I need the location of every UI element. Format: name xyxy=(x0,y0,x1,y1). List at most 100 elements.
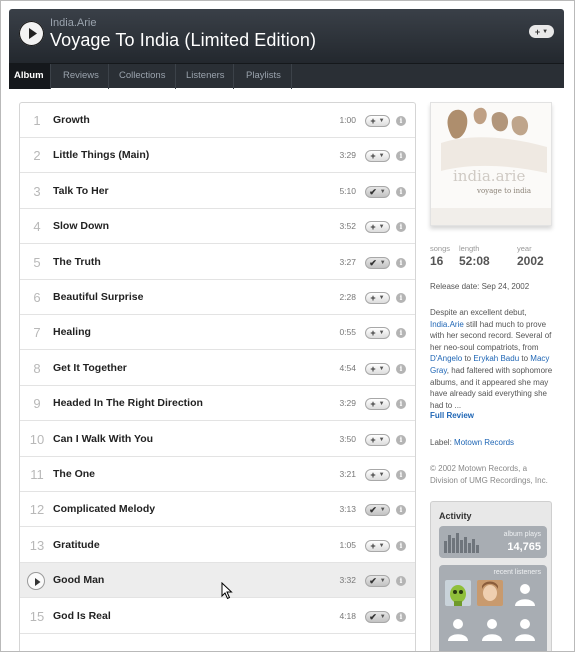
track-title[interactable]: The Truth xyxy=(53,245,101,280)
add-icon: + xyxy=(370,151,376,162)
avatar[interactable] xyxy=(479,615,505,641)
record-label-link[interactable]: Motown Records xyxy=(454,438,514,447)
track-row[interactable]: 6 Beautiful Surprise 2:28 + ▼ i xyxy=(20,280,415,315)
avatar[interactable] xyxy=(477,580,503,606)
track-row[interactable]: 10 Can I Walk With You 3:50 + ▼ i xyxy=(20,422,415,457)
track-row[interactable]: 7 Healing 0:55 + ▼ i xyxy=(20,315,415,351)
track-number: 11 xyxy=(30,467,44,482)
track-row[interactable]: Good Man 3:32 ✔ ▼ i xyxy=(20,563,415,599)
checkmark-icon: ✔ xyxy=(369,505,377,516)
checkmark-icon: ✔ xyxy=(369,186,377,197)
play-album-button[interactable] xyxy=(19,21,44,46)
chevron-down-icon: ▼ xyxy=(378,436,385,443)
activity-panel: Activity album plays 14,765 recent liste… xyxy=(430,501,552,651)
track-row[interactable]: 13 Gratitude 1:05 + ▼ i xyxy=(20,528,415,563)
dangelo-link[interactable]: D'Angelo xyxy=(430,354,462,363)
track-number: 4 xyxy=(33,219,41,235)
info-icon[interactable]: i xyxy=(396,611,406,622)
play-icon xyxy=(35,578,41,587)
tab-collections[interactable]: Collections xyxy=(109,64,176,89)
add-track-button[interactable]: + ▼ xyxy=(365,221,390,234)
tab-album[interactable]: Album xyxy=(9,64,51,89)
info-icon[interactable]: i xyxy=(396,293,406,303)
artist-link[interactable]: India.Arie xyxy=(430,320,464,329)
add-icon: + xyxy=(370,222,376,233)
add-track-button[interactable]: + ▼ xyxy=(365,469,390,481)
track-row[interactable]: 15 God Is Real 4:18 ✔ ▼ i xyxy=(20,599,415,634)
play-track-button[interactable] xyxy=(27,572,45,591)
track-title[interactable]: Headed In The Right Direction xyxy=(53,386,203,421)
add-track-button[interactable]: + ▼ xyxy=(365,327,390,340)
track-title[interactable]: Good Man xyxy=(53,563,104,598)
track-title[interactable]: Complicated Melody xyxy=(53,492,155,527)
add-track-button[interactable]: + ▼ xyxy=(365,292,390,304)
avatar[interactable] xyxy=(445,615,471,641)
info-icon[interactable]: i xyxy=(396,186,406,197)
avatar[interactable] xyxy=(445,580,471,606)
track-row[interactable]: 2 Little Things (Main) 3:29 + ▼ i xyxy=(20,138,415,174)
add-track-button[interactable]: + ▼ xyxy=(365,150,390,163)
track-title[interactable]: Growth xyxy=(53,103,90,138)
year-label: year xyxy=(517,244,532,253)
full-review-link[interactable]: Full Review xyxy=(430,411,474,420)
track-added-button[interactable]: ✔ ▼ xyxy=(365,504,390,517)
info-icon[interactable]: i xyxy=(396,222,406,233)
add-track-button[interactable]: + ▼ xyxy=(365,539,390,552)
track-row[interactable]: 3 Talk To Her 5:10 ✔ ▼ i xyxy=(20,174,415,209)
erykah-badu-link[interactable]: Erykah Badu xyxy=(473,354,519,363)
track-title[interactable]: God Is Real xyxy=(53,599,111,634)
track-title[interactable]: Healing xyxy=(53,315,91,350)
recent-listeners-label: recent listeners xyxy=(493,569,541,576)
copyright-notice: © 2002 Motown Records, a Division of UMG… xyxy=(430,464,548,485)
track-row[interactable]: 4 Slow Down 3:52 + ▼ i xyxy=(20,209,415,245)
add-track-button[interactable]: + ▼ xyxy=(365,398,390,411)
track-row[interactable]: 1 Growth 1:00 + ▼ i xyxy=(20,103,415,138)
avatar[interactable] xyxy=(512,615,538,641)
tab-reviews[interactable]: Reviews xyxy=(51,64,109,89)
track-title[interactable]: Beautiful Surprise xyxy=(53,280,143,315)
checkmark-icon: ✔ xyxy=(369,611,377,622)
add-track-button[interactable]: + ▼ xyxy=(365,362,390,375)
info-icon[interactable]: i xyxy=(396,434,406,445)
track-row[interactable]: 8 Get It Together 4:54 + ▼ i xyxy=(20,351,415,386)
track-title[interactable]: Get It Together xyxy=(53,351,127,386)
info-icon[interactable]: i xyxy=(396,151,406,162)
info-icon[interactable]: i xyxy=(396,399,406,410)
tab-listeners[interactable]: Listeners xyxy=(176,64,234,89)
tab-playlists[interactable]: Playlists xyxy=(234,64,292,89)
info-icon[interactable]: i xyxy=(396,576,406,587)
checkmark-icon: ✔ xyxy=(369,257,377,268)
info-icon[interactable]: i xyxy=(396,328,406,339)
track-title[interactable]: Can I Walk With You xyxy=(53,422,153,457)
track-title[interactable]: Gratitude xyxy=(53,528,100,563)
track-row[interactable]: 5 The Truth 3:27 ✔ ▼ i xyxy=(20,245,415,280)
recent-listeners-box: recent listeners xyxy=(439,565,547,651)
info-icon[interactable]: i xyxy=(396,363,406,374)
add-album-button[interactable]: + ▼ xyxy=(529,25,554,38)
track-row[interactable]: 11 The One 3:21 + ▼ i xyxy=(20,457,415,492)
track-length: 4:54 xyxy=(339,362,356,373)
avatar[interactable] xyxy=(512,580,538,606)
album-cover[interactable]: india.arie voyage to india xyxy=(430,102,552,226)
track-title[interactable]: Slow Down xyxy=(53,209,109,244)
mouse-cursor-icon xyxy=(221,582,233,600)
track-title[interactable]: Talk To Her xyxy=(53,174,109,209)
track-title[interactable]: The One xyxy=(53,457,95,492)
info-icon[interactable]: i xyxy=(396,505,406,516)
track-row[interactable]: 12 Complicated Melody 3:13 ✔ ▼ i xyxy=(20,492,415,528)
add-track-button[interactable]: + ▼ xyxy=(365,115,390,127)
track-added-button[interactable]: ✔ ▼ xyxy=(365,256,390,269)
track-added-button[interactable]: ✔ ▼ xyxy=(365,610,390,623)
info-icon[interactable]: i xyxy=(396,470,406,480)
artist-name[interactable]: India.Arie xyxy=(50,17,96,29)
track-title[interactable]: Little Things (Main) xyxy=(53,138,149,173)
track-row[interactable]: 9 Headed In The Right Direction 3:29 + ▼ i xyxy=(20,386,415,422)
info-icon[interactable]: i xyxy=(396,257,406,268)
track-added-button[interactable]: ✔ ▼ xyxy=(365,185,390,198)
info-icon[interactable]: i xyxy=(396,540,406,551)
add-track-button[interactable]: + ▼ xyxy=(365,433,390,446)
chevron-down-icon: ▼ xyxy=(379,578,386,585)
chevron-down-icon: ▼ xyxy=(378,224,385,231)
track-added-button[interactable]: ✔ ▼ xyxy=(365,575,390,588)
info-icon[interactable]: i xyxy=(396,116,406,126)
